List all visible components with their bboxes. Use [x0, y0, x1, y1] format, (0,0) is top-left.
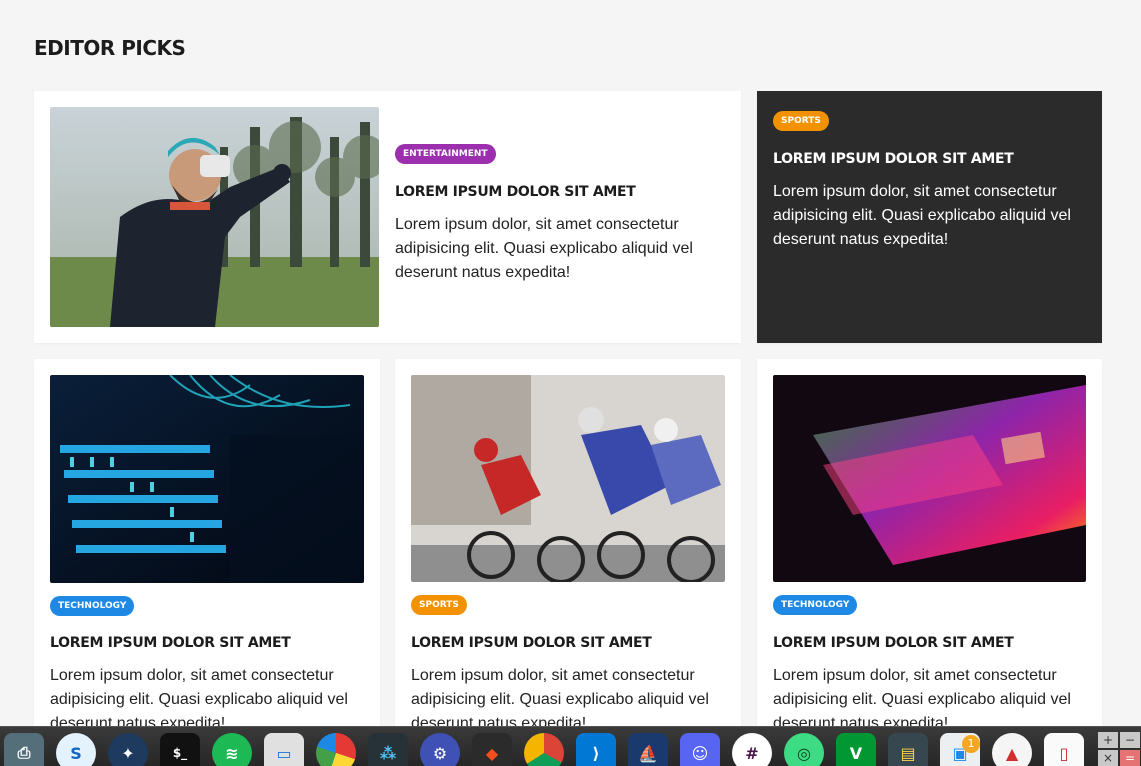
- settings-icon[interactable]: ⚙: [420, 733, 460, 766]
- article-title[interactable]: LOREM IPSUM DOLOR SIT AMET: [773, 635, 1014, 651]
- boat-icon[interactable]: ⛵: [628, 733, 668, 766]
- section-title: EDITOR PICKS: [34, 36, 186, 60]
- terminal-icon[interactable]: $_: [160, 733, 200, 766]
- kde-icon[interactable]: ✦: [108, 733, 148, 766]
- android-studio-icon[interactable]: ◎: [784, 733, 824, 766]
- article-image-laptop[interactable]: [773, 375, 1086, 582]
- category-badge-entertainment[interactable]: ENTERTAINMENT: [395, 144, 496, 164]
- featured-excerpt: Lorem ipsum dolor, sit amet consectetur …: [395, 216, 693, 281]
- article-card[interactable]: TECHNOLOGY LOREM IPSUM DOLOR SIT AMET Lo…: [34, 359, 380, 759]
- network-icon[interactable]: ⁂: [368, 733, 408, 766]
- calc-minus-key[interactable]: −: [1120, 732, 1140, 748]
- article-card[interactable]: SPORTS LOREM IPSUM DOLOR SIT AMET Lorem …: [395, 359, 741, 759]
- category-badge-technology[interactable]: TECHNOLOGY: [773, 595, 858, 615]
- printer-icon[interactable]: ⎙: [4, 733, 44, 766]
- monitor-icon[interactable]: ▤: [888, 733, 928, 766]
- vim-icon[interactable]: V: [836, 733, 876, 766]
- side-card-title[interactable]: LOREM IPSUM DOLOR SIT AMET: [773, 151, 1014, 167]
- side-card[interactable]: SPORTS LOREM IPSUM DOLOR SIT AMET Lorem …: [757, 91, 1102, 343]
- mushroom-icon[interactable]: ▲: [992, 733, 1032, 766]
- files-icon[interactable]: ▭: [264, 733, 304, 766]
- chrome-icon[interactable]: [524, 733, 564, 766]
- category-badge-technology[interactable]: TECHNOLOGY: [50, 596, 135, 616]
- category-badge-sports[interactable]: SPORTS: [773, 111, 829, 131]
- simplenote-icon[interactable]: S: [56, 733, 96, 766]
- document-icon[interactable]: ▯: [1044, 733, 1084, 766]
- article-title[interactable]: LOREM IPSUM DOLOR SIT AMET: [50, 635, 291, 651]
- page: EDITOR PICKS ENTERTAINMENT LOREM IPSUM D…: [0, 0, 1141, 766]
- spotify-icon[interactable]: ≋: [212, 733, 252, 766]
- category-badge-sports[interactable]: SPORTS: [411, 595, 467, 615]
- calculator-widget[interactable]: + − × =: [1098, 732, 1140, 766]
- updates-count-badge: 1: [962, 735, 980, 753]
- calc-times-key[interactable]: ×: [1098, 750, 1118, 766]
- vscode-icon[interactable]: ⟩: [576, 733, 616, 766]
- figma-icon[interactable]: ◆: [472, 733, 512, 766]
- article-image-servers[interactable]: [50, 375, 364, 583]
- calc-plus-key[interactable]: +: [1098, 732, 1118, 748]
- dock: ⎙ S ✦ $_ ≋ ▭ ⁂ ⚙ ◆ ⟩ ⛵ ☺ # ◎ V ▤ ▣ 1 ▲ ▯: [0, 726, 1141, 766]
- discord-icon[interactable]: ☺: [680, 733, 720, 766]
- calc-equals-key[interactable]: =: [1120, 750, 1140, 766]
- featured-title[interactable]: LOREM IPSUM DOLOR SIT AMET: [395, 184, 636, 200]
- chart-icon[interactable]: [316, 733, 356, 766]
- article-image-cyclists[interactable]: [411, 375, 725, 582]
- featured-card[interactable]: ENTERTAINMENT LOREM IPSUM DOLOR SIT AMET…: [34, 91, 741, 343]
- article-title[interactable]: LOREM IPSUM DOLOR SIT AMET: [411, 635, 652, 651]
- article-card[interactable]: TECHNOLOGY LOREM IPSUM DOLOR SIT AMET Lo…: [757, 359, 1102, 759]
- featured-image[interactable]: [50, 107, 379, 327]
- slack-icon[interactable]: #: [732, 733, 772, 766]
- side-card-excerpt: Lorem ipsum dolor, sit amet consectetur …: [773, 183, 1071, 248]
